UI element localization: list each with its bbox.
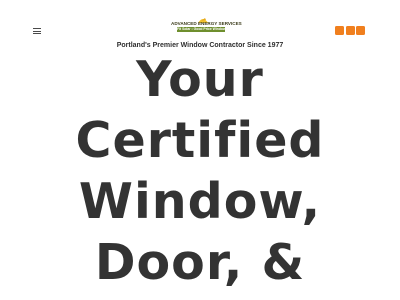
hero-line: Certified [75,112,325,169]
hamburger-icon [33,28,41,30]
hero-heading: Your Certified Window, Door, & [0,49,400,293]
hero-line: Window, [78,173,322,230]
hero-line: Door, & [94,234,306,291]
action-buttons [335,26,365,35]
logo[interactable]: ADVANCED ENERGY SERVICES Fit Solar • Goo… [171,15,242,38]
hero-line: Your [136,51,264,108]
logo-title: ADVANCED ENERGY SERVICES [171,21,242,26]
action-button-2[interactable] [345,26,355,35]
menu-button[interactable] [33,27,41,35]
logo-tagline: Fit Solar • Good Price Windows [177,26,228,32]
action-button-1[interactable] [335,26,344,35]
action-button-3[interactable] [356,26,365,35]
